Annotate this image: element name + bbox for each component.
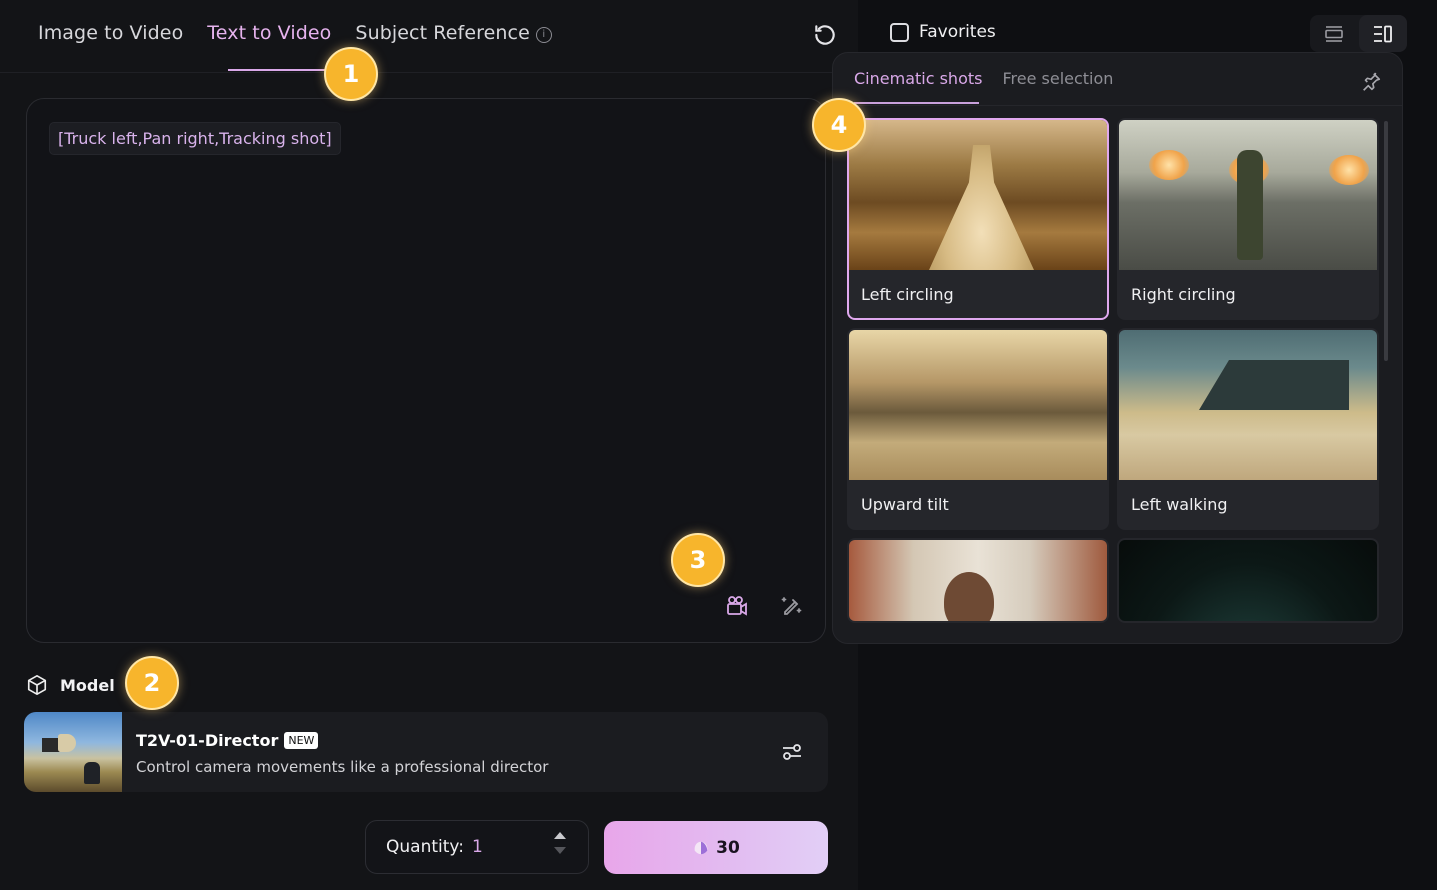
side-panel-view-icon	[1373, 25, 1392, 42]
model-name-row: T2V-01-Director NEW	[136, 731, 319, 750]
view-mode-toggle	[1310, 15, 1407, 52]
quantity-label: Quantity:	[386, 837, 464, 857]
model-selector[interactable]: T2V-01-Director NEW Control camera movem…	[24, 712, 828, 792]
shot-card-left-circling[interactable]: Left circling	[847, 118, 1109, 320]
info-icon[interactable]: i	[535, 27, 552, 43]
shot-label: Left circling	[861, 285, 954, 304]
model-settings-button[interactable]	[780, 740, 804, 764]
shot-thumbnail	[1119, 120, 1377, 270]
tab-cinematic-shots[interactable]: Cinematic shots	[854, 69, 982, 88]
magic-pen-icon	[781, 597, 802, 615]
tab-text-to-video[interactable]: Text to Video	[207, 22, 331, 44]
shot-thumbnail	[1119, 540, 1377, 621]
model-description: Control camera movements like a professi…	[136, 758, 549, 776]
model-thumbnail	[24, 712, 122, 792]
model-name: T2V-01-Director	[136, 731, 279, 750]
sliders-icon	[783, 744, 801, 760]
model-section-header: Model	[26, 674, 115, 696]
list-view-button[interactable]	[1310, 15, 1359, 52]
favorites-label: Favorites	[919, 22, 996, 42]
list-view-icon	[1325, 25, 1344, 42]
shot-card-6[interactable]	[1117, 538, 1379, 623]
pin-icon	[1363, 72, 1381, 91]
shot-label: Upward tilt	[861, 495, 949, 514]
tab-image-to-video[interactable]: Image to Video	[38, 22, 183, 44]
generation-panel: Image to Video Text to Video Subject Ref…	[0, 0, 858, 890]
annotation-badge-2: 2	[125, 656, 179, 710]
increment-icon[interactable]	[554, 832, 566, 839]
shot-thumbnail	[849, 330, 1107, 480]
shot-tabs: Cinematic shots Free selection	[854, 69, 1113, 88]
camera-movement-icon	[727, 596, 747, 616]
prompt-actions	[725, 594, 803, 618]
refresh-icon	[815, 25, 835, 45]
mode-tabs: Image to Video Text to Video Subject Ref…	[38, 22, 552, 44]
enhance-prompt-button[interactable]	[779, 594, 803, 618]
shot-thumbnail	[1119, 330, 1377, 480]
shot-thumbnail	[849, 540, 1107, 621]
stepper-arrows	[554, 832, 566, 854]
generate-button[interactable]: 30	[604, 821, 828, 874]
tab-subject-reference[interactable]: Subject Reference i	[355, 22, 552, 44]
camera-movement-chip[interactable]: [Truck left,Pan right,Tracking shot]	[49, 122, 341, 155]
shot-label: Left walking	[1131, 495, 1228, 514]
tab-free-selection[interactable]: Free selection	[1002, 69, 1113, 88]
quantity-stepper[interactable]: Quantity: 1	[365, 820, 589, 874]
shot-card-upward-tilt[interactable]: Upward tilt	[847, 328, 1109, 530]
annotation-badge-1: 1	[324, 47, 378, 101]
decrement-icon[interactable]	[554, 847, 566, 854]
new-badge: NEW	[284, 732, 319, 749]
header-divider	[0, 72, 858, 73]
quantity-value: 1	[471, 837, 483, 857]
pin-button[interactable]	[1360, 71, 1382, 93]
generate-cost: 30	[716, 837, 740, 858]
shot-divider	[833, 105, 1402, 106]
shot-scrollbar[interactable]	[1384, 121, 1388, 361]
shell-icon	[694, 841, 708, 854]
shot-card-5[interactable]	[847, 538, 1109, 623]
shot-tab-underline	[854, 102, 979, 104]
side-panel-view-button[interactable]	[1358, 15, 1407, 52]
shot-grid: Left circling Right circling Upward tilt…	[847, 118, 1379, 623]
tab-subject-reference-label: Subject Reference	[355, 22, 530, 44]
shot-thumbnail	[849, 120, 1107, 270]
favorites-toggle[interactable]: Favorites	[890, 22, 996, 42]
camera-movement-button[interactable]	[725, 594, 749, 618]
cube-icon	[27, 675, 47, 695]
shot-label: Right circling	[1131, 285, 1236, 304]
favorites-checkbox[interactable]	[890, 22, 909, 42]
annotation-badge-3: 3	[671, 533, 725, 587]
shot-card-left-walking[interactable]: Left walking	[1117, 328, 1379, 530]
shot-card-right-circling[interactable]: Right circling	[1117, 118, 1379, 320]
refresh-button[interactable]	[812, 22, 838, 48]
model-section-label: Model	[60, 675, 115, 695]
annotation-badge-4: 4	[812, 98, 866, 152]
camera-shots-popover: Cinematic shots Free selection Left circ…	[832, 52, 1403, 644]
